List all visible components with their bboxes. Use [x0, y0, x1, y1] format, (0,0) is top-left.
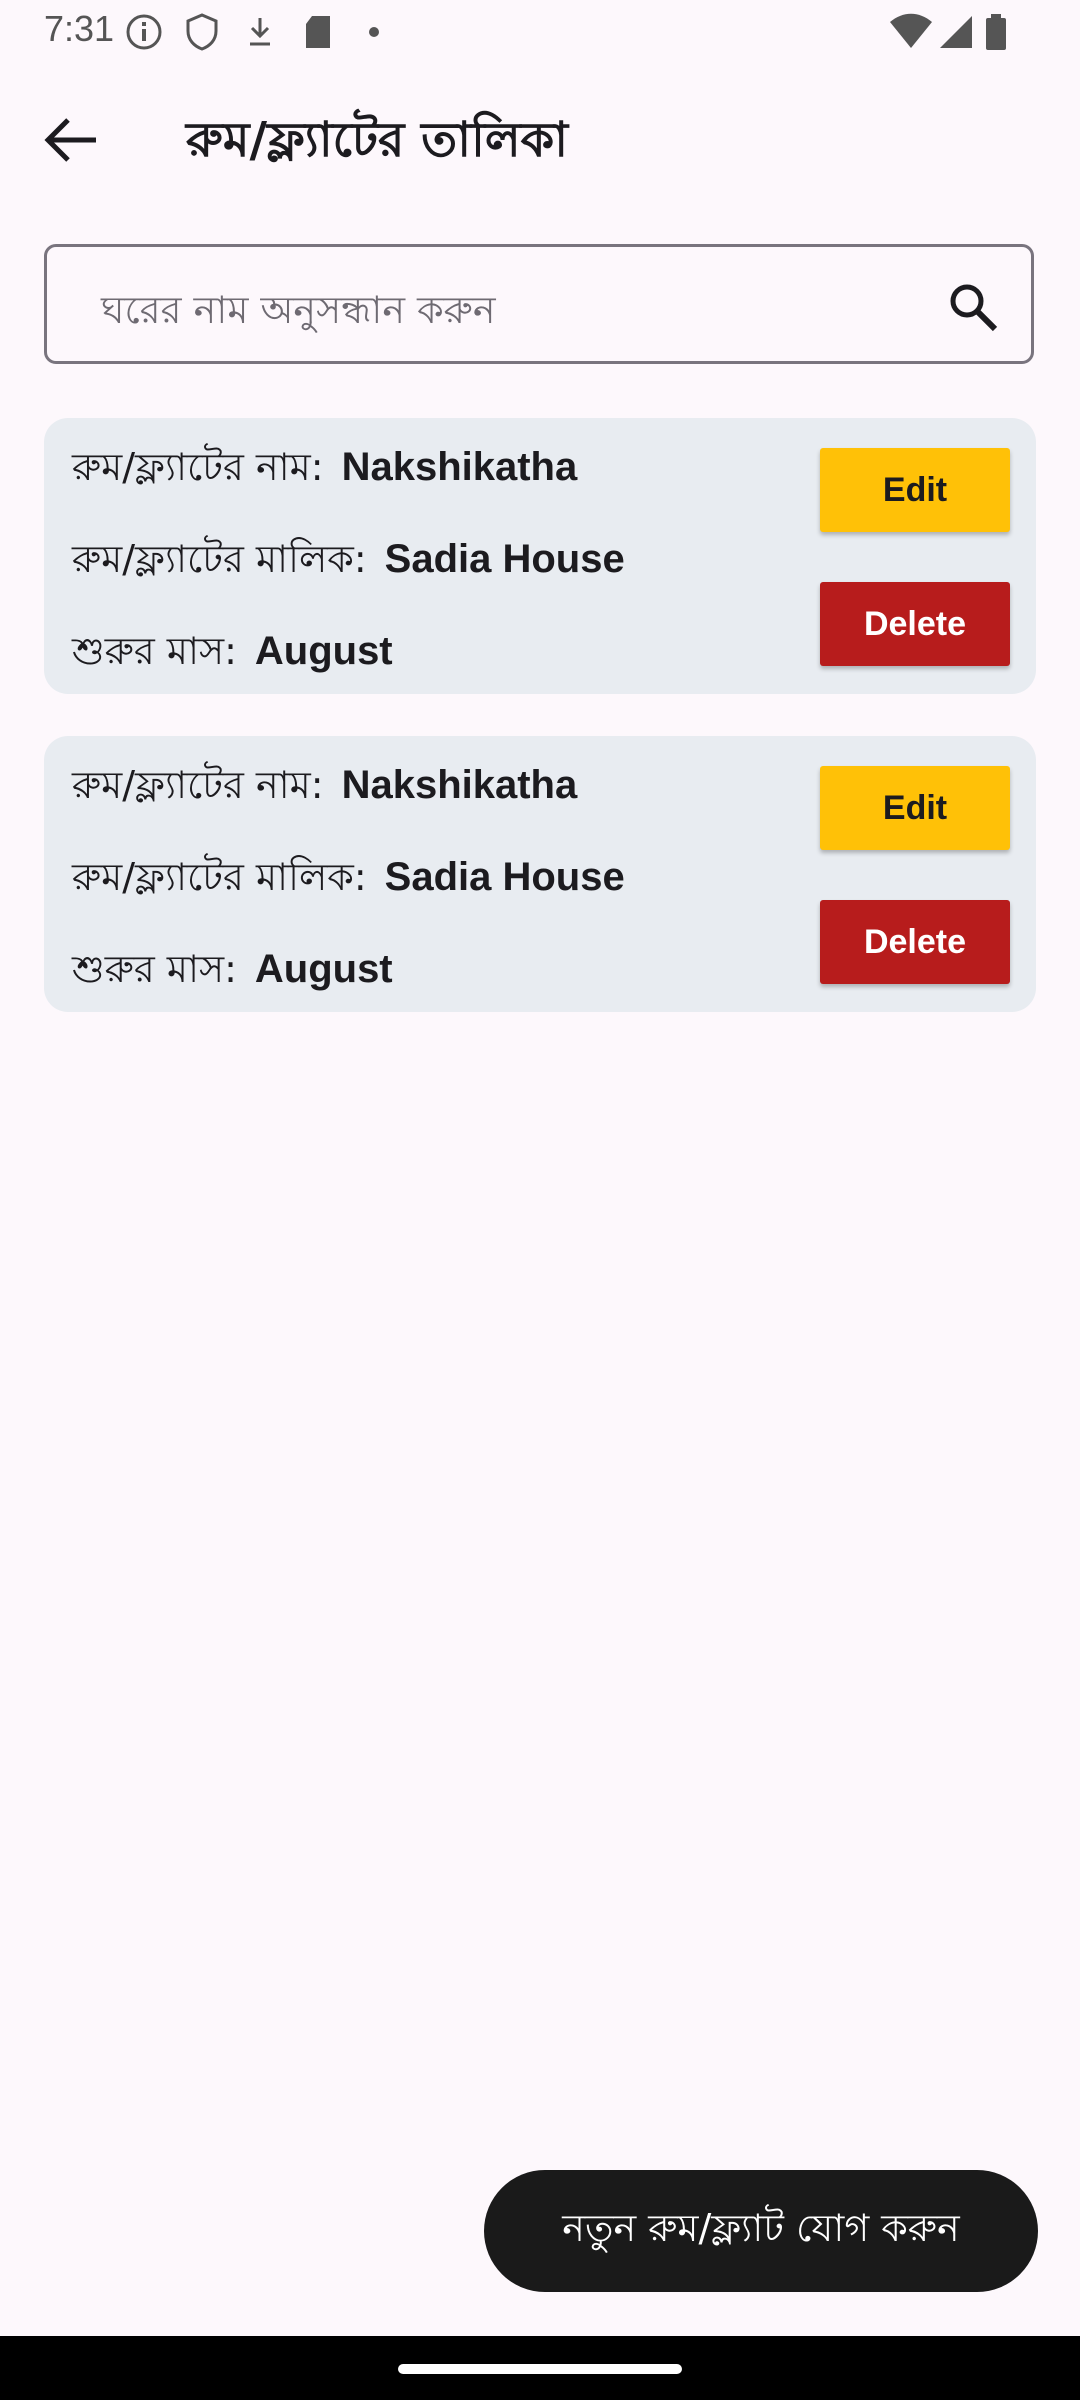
- download-icon: [250, 18, 270, 46]
- dot-icon: [369, 27, 379, 37]
- page-title: রুম/ফ্ল্যাটের তালিকা: [186, 112, 569, 168]
- delete-button[interactable]: Delete: [820, 900, 1010, 984]
- room-name-row: রুম/ফ্ল্যাটের নাম: Nakshikatha: [72, 756, 577, 820]
- status-time: 7:31: [44, 8, 115, 49]
- start-month-label: শুরুর মাস:: [72, 947, 237, 991]
- start-month-label: শুরুর মাস:: [72, 629, 237, 673]
- app-bar: রুম/ফ্ল্যাটের তালিকা: [0, 80, 1080, 192]
- edit-button[interactable]: Edit: [820, 448, 1010, 532]
- start-month-row: শুরুর মাস: August: [72, 622, 393, 686]
- room-owner-value: Sadia House: [384, 855, 625, 899]
- room-card: রুম/ফ্ল্যাটের নাম: Nakshikatha রুম/ফ্ল্যা…: [44, 418, 1036, 694]
- search-icon[interactable]: [945, 279, 1001, 335]
- room-name-label: রুম/ফ্ল্যাটের নাম:: [72, 445, 324, 489]
- battery-icon: [986, 14, 1006, 50]
- edit-button[interactable]: Edit: [820, 766, 1010, 850]
- wifi-icon: [890, 13, 932, 48]
- search-input[interactable]: ঘরের নাম অনুসন্ধান করুন: [44, 244, 1034, 364]
- start-month-value: August: [254, 629, 393, 673]
- search-placeholder: ঘরের নাম অনুসন্ধান করুন: [101, 288, 496, 332]
- status-bar: 7:31: [0, 0, 1080, 62]
- room-card: রুম/ফ্ল্যাটের নাম: Nakshikatha রুম/ফ্ল্যা…: [44, 736, 1036, 1012]
- room-owner-label: রুম/ফ্ল্যাটের মালিক:: [72, 537, 367, 581]
- room-name-label: রুম/ফ্ল্যাটের নাম:: [72, 763, 324, 807]
- sd-card-icon: [306, 16, 330, 48]
- navigation-bar: [0, 2336, 1080, 2400]
- start-month-row: শুরুর মাস: August: [72, 940, 393, 1004]
- room-name-value: Nakshikatha: [341, 445, 578, 489]
- room-owner-value: Sadia House: [384, 537, 625, 581]
- room-name-value: Nakshikatha: [341, 763, 578, 807]
- room-owner-row: রুম/ফ্ল্যাটের মালিক: Sadia House: [72, 848, 625, 912]
- delete-button[interactable]: Delete: [820, 582, 1010, 666]
- arrow-left-icon[interactable]: [36, 104, 108, 176]
- room-owner-row: রুম/ফ্ল্যাটের মালিক: Sadia House: [72, 530, 625, 594]
- room-name-row: রুম/ফ্ল্যাটের নাম: Nakshikatha: [72, 438, 577, 502]
- info-icon: [126, 14, 162, 50]
- shield-icon: [186, 13, 218, 51]
- room-owner-label: রুম/ফ্ল্যাটের মালিক:: [72, 855, 367, 899]
- start-month-value: August: [254, 947, 393, 991]
- add-room-button[interactable]: নতুন রুম/ফ্ল্যাট যোগ করুন: [484, 2170, 1038, 2292]
- home-handle[interactable]: [398, 2364, 682, 2374]
- signal-icon: [940, 16, 972, 48]
